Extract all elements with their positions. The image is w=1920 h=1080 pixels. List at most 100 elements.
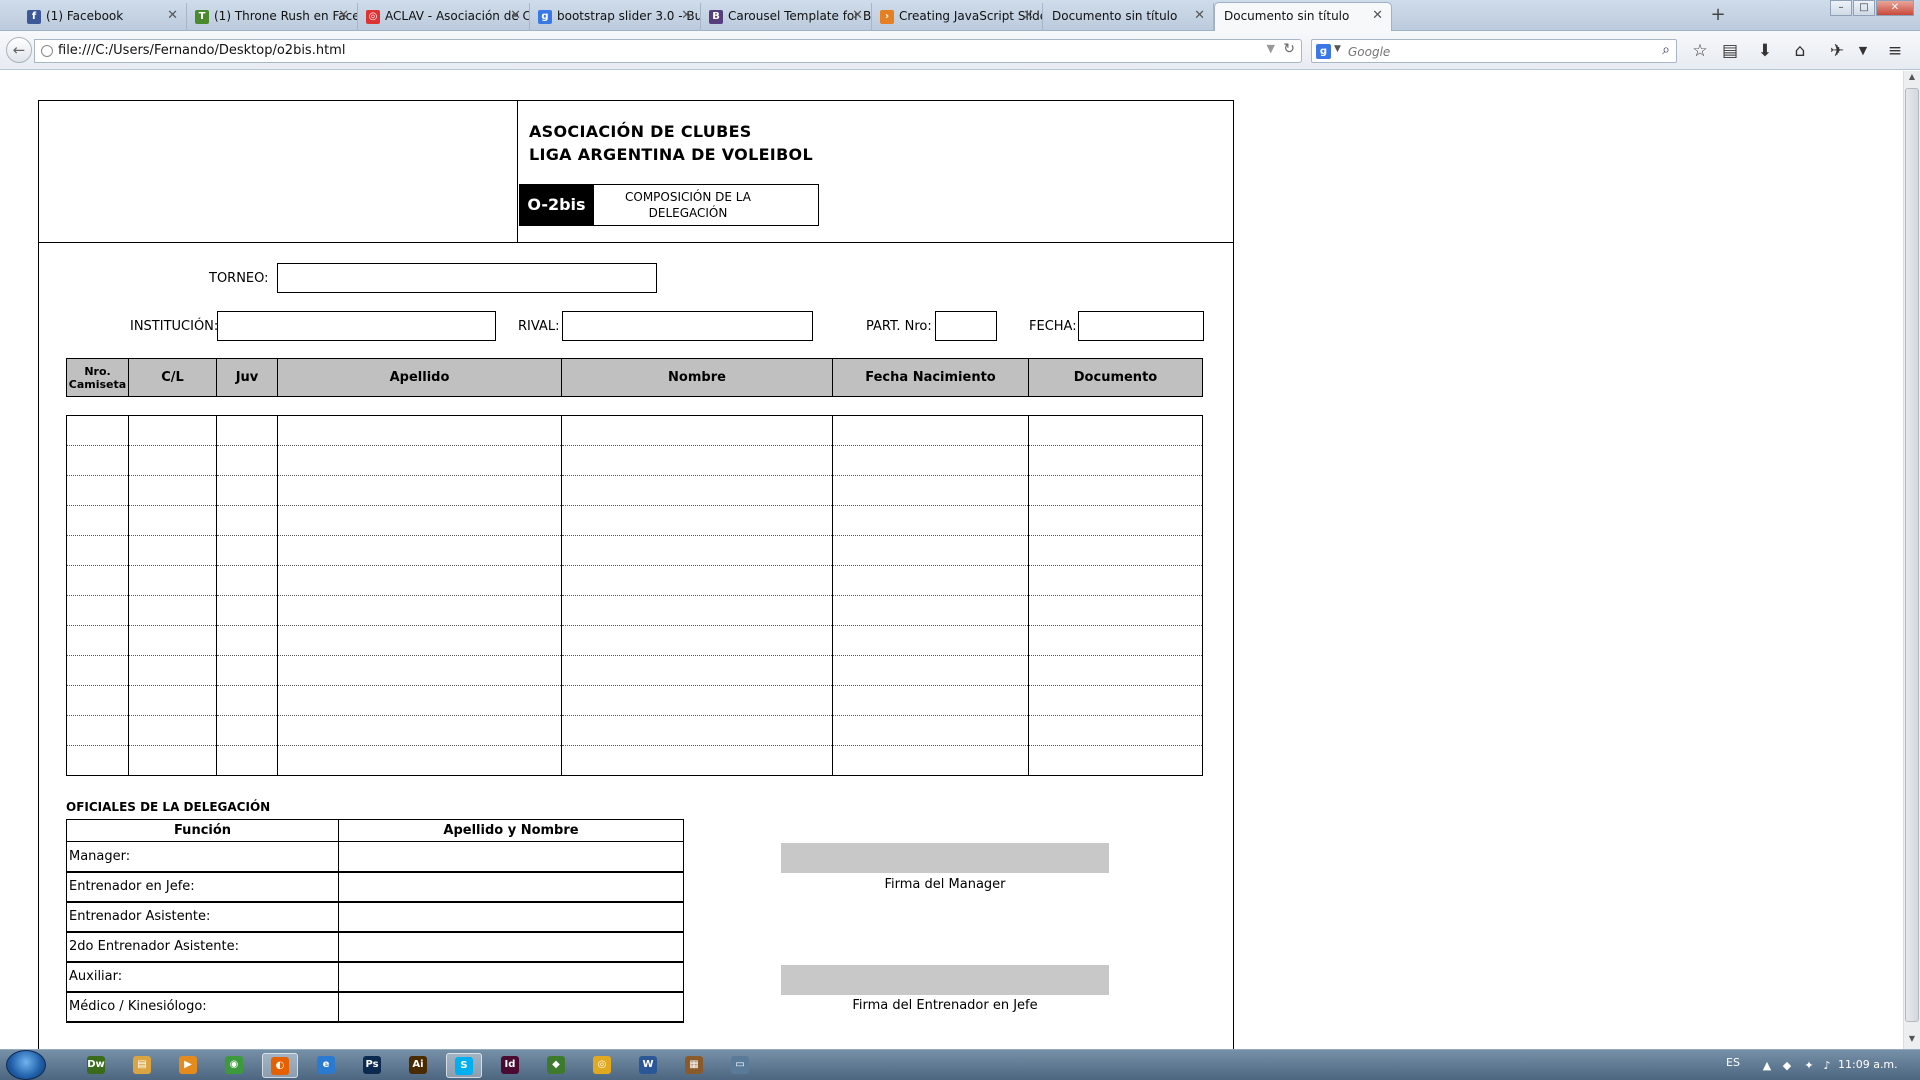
player-cell[interactable] bbox=[216, 445, 278, 476]
close-tab-icon[interactable]: ✕ bbox=[338, 3, 349, 29]
scroll-up-icon[interactable]: ▲ bbox=[1906, 72, 1918, 86]
new-tab-button[interactable]: + bbox=[1707, 4, 1729, 28]
player-cell[interactable] bbox=[561, 565, 833, 596]
player-cell[interactable] bbox=[832, 475, 1029, 506]
player-cell[interactable] bbox=[561, 535, 833, 566]
player-cell[interactable] bbox=[128, 655, 217, 686]
taskbar-app[interactable]: ◐ bbox=[262, 1053, 298, 1078]
close-tab-icon[interactable]: ✕ bbox=[1194, 3, 1205, 29]
search-bar[interactable]: g ▼ ⌕ bbox=[1311, 39, 1677, 63]
menu-icon[interactable]: ≡ bbox=[1884, 40, 1906, 62]
scrollbar-thumb[interactable] bbox=[1905, 88, 1919, 1022]
tab-1[interactable]: f (1) Facebook ✕ bbox=[19, 3, 187, 31]
player-cell[interactable] bbox=[832, 715, 1029, 746]
official-name-field[interactable] bbox=[338, 991, 684, 1023]
address-bar[interactable]: file:///C:/Users/Fernando/Desktop/o2bis.… bbox=[34, 39, 1302, 63]
official-name-field[interactable] bbox=[338, 841, 684, 873]
player-cell[interactable] bbox=[1028, 445, 1203, 476]
bookmarks-menu-icon[interactable]: ▤ bbox=[1719, 40, 1741, 62]
rival-field[interactable] bbox=[562, 311, 813, 341]
player-cell[interactable] bbox=[1028, 715, 1203, 746]
player-cell[interactable] bbox=[66, 625, 129, 656]
player-cell[interactable] bbox=[216, 655, 278, 686]
head-coach-signature-field[interactable] bbox=[781, 965, 1109, 995]
close-tab-icon[interactable]: ✕ bbox=[1023, 3, 1034, 29]
taskbar-app[interactable]: Ai bbox=[400, 1053, 436, 1078]
player-cell[interactable] bbox=[561, 715, 833, 746]
taskbar-app[interactable]: ◎ bbox=[584, 1053, 620, 1078]
torneo-field[interactable] bbox=[277, 263, 657, 293]
player-cell[interactable] bbox=[1028, 565, 1203, 596]
player-cell[interactable] bbox=[832, 655, 1029, 686]
player-cell[interactable] bbox=[1028, 475, 1203, 506]
player-cell[interactable] bbox=[277, 595, 562, 626]
official-name-field[interactable] bbox=[338, 901, 684, 933]
player-cell[interactable] bbox=[277, 685, 562, 716]
player-cell[interactable] bbox=[128, 685, 217, 716]
player-cell[interactable] bbox=[832, 565, 1029, 596]
maximize-button[interactable]: □ bbox=[1853, 0, 1875, 16]
search-engine-dropdown-icon[interactable]: ▼ bbox=[1334, 44, 1341, 54]
player-cell[interactable] bbox=[66, 535, 129, 566]
fecha-field[interactable] bbox=[1078, 311, 1204, 341]
tray-expand-icon[interactable]: ▲ bbox=[1760, 1059, 1774, 1073]
player-cell[interactable] bbox=[277, 505, 562, 536]
page-identity-icon[interactable] bbox=[41, 45, 53, 57]
player-cell[interactable] bbox=[1028, 655, 1203, 686]
close-tab-icon[interactable]: ✕ bbox=[681, 3, 692, 29]
tab-3[interactable]: ◎ ACLAV - Asociación de Clu...✕ bbox=[358, 3, 530, 31]
close-tab-icon[interactable]: ✕ bbox=[510, 3, 521, 29]
close-tab-icon[interactable]: ✕ bbox=[167, 3, 178, 29]
player-cell[interactable] bbox=[128, 565, 217, 596]
player-cell[interactable] bbox=[832, 625, 1029, 656]
player-cell[interactable] bbox=[128, 595, 217, 626]
player-cell[interactable] bbox=[216, 745, 278, 776]
player-cell[interactable] bbox=[216, 505, 278, 536]
player-cell[interactable] bbox=[66, 595, 129, 626]
tray-app-icon[interactable]: ◆ bbox=[1780, 1059, 1794, 1073]
player-cell[interactable] bbox=[216, 565, 278, 596]
official-name-field[interactable] bbox=[338, 871, 684, 903]
player-cell[interactable] bbox=[216, 415, 278, 446]
player-cell[interactable] bbox=[216, 715, 278, 746]
bookmark-star-icon[interactable]: ☆ bbox=[1689, 40, 1711, 62]
minimize-button[interactable]: – bbox=[1830, 0, 1852, 16]
taskbar-app[interactable]: ◉ bbox=[216, 1053, 252, 1078]
reload-icon[interactable]: ↻ bbox=[1283, 41, 1295, 57]
taskbar-app[interactable]: ◆ bbox=[538, 1053, 574, 1078]
close-window-button[interactable]: ✕ bbox=[1876, 0, 1914, 16]
taskbar-app[interactable]: ▭ bbox=[722, 1053, 758, 1078]
player-cell[interactable] bbox=[561, 685, 833, 716]
start-button[interactable] bbox=[6, 1050, 46, 1080]
player-cell[interactable] bbox=[277, 445, 562, 476]
taskbar-app[interactable]: ▶ bbox=[170, 1053, 206, 1078]
player-cell[interactable] bbox=[561, 415, 833, 446]
player-cell[interactable] bbox=[561, 595, 833, 626]
player-cell[interactable] bbox=[561, 745, 833, 776]
language-indicator[interactable]: ES bbox=[1726, 1056, 1740, 1069]
player-cell[interactable] bbox=[66, 715, 129, 746]
back-button[interactable]: ← bbox=[6, 37, 32, 63]
player-cell[interactable] bbox=[66, 445, 129, 476]
player-cell[interactable] bbox=[1028, 415, 1203, 446]
official-name-field[interactable] bbox=[338, 961, 684, 993]
addon-icon[interactable]: ✈ bbox=[1826, 40, 1848, 62]
player-cell[interactable] bbox=[1028, 595, 1203, 626]
player-cell[interactable] bbox=[216, 685, 278, 716]
player-cell[interactable] bbox=[1028, 535, 1203, 566]
player-cell[interactable] bbox=[128, 445, 217, 476]
player-cell[interactable] bbox=[1028, 625, 1203, 656]
search-magnifier-icon[interactable]: ⌕ bbox=[1662, 42, 1670, 58]
player-cell[interactable] bbox=[832, 505, 1029, 536]
volume-icon[interactable]: ♪ bbox=[1820, 1059, 1834, 1073]
taskbar-app[interactable]: S bbox=[446, 1053, 482, 1078]
clock[interactable]: 11:09 a.m. bbox=[1838, 1058, 1898, 1071]
network-status-icon[interactable]: ✦ bbox=[1802, 1059, 1816, 1073]
player-cell[interactable] bbox=[561, 445, 833, 476]
player-cell[interactable] bbox=[561, 655, 833, 686]
tab-8[interactable]: Documento sin título ✕ bbox=[1214, 2, 1392, 32]
player-cell[interactable] bbox=[277, 415, 562, 446]
player-cell[interactable] bbox=[66, 745, 129, 776]
url-history-dropdown-icon[interactable]: ▼ bbox=[1267, 42, 1275, 55]
search-engine-icon[interactable]: g bbox=[1316, 44, 1331, 59]
